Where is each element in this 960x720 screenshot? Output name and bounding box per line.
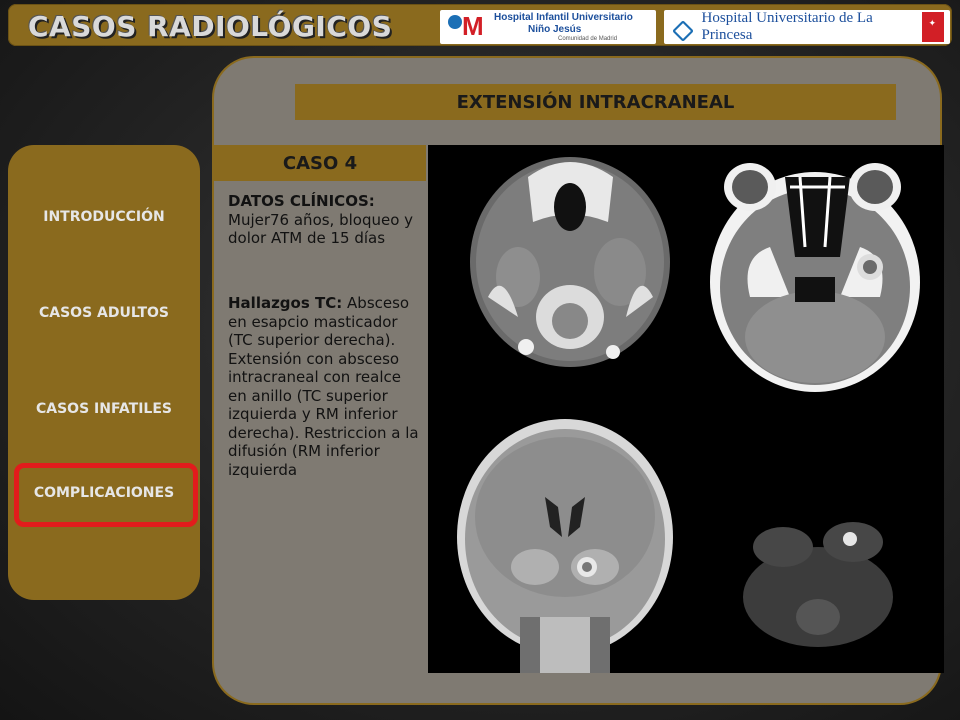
- nino-jesus-logo: Hospital Infantil Universitario Niño Jes…: [440, 10, 656, 44]
- page-title: CASOS RADIOLÓGICOS: [28, 10, 393, 43]
- logo1-sub: Comunidad de Madrid: [558, 36, 618, 42]
- logo2-text: Hospital Universitario de La Princesa: [701, 10, 873, 43]
- nav-casos-infantiles[interactable]: CASOS INFATILES: [8, 401, 200, 417]
- mri-dwi-image: [743, 522, 893, 647]
- logo1-line2: Niño Jesús: [528, 24, 582, 35]
- mri-coronal-image: [457, 419, 673, 673]
- ct-axial-image-1: [470, 157, 670, 367]
- sidebar: INTRODUCCIÓN CASOS ADULTOS CASOS INFATIL…: [8, 145, 200, 600]
- case-title: CASO 4: [214, 145, 426, 181]
- nav-casos-adultos[interactable]: CASOS ADULTOS: [8, 305, 200, 321]
- section-title: EXTENSIÓN INTRACRANEAL: [295, 84, 896, 120]
- clinical-data: DATOS CLÍNICOS: Mujer76 años, bloqueo y …: [228, 192, 422, 248]
- findings-label: Hallazgos TC:: [228, 294, 343, 312]
- la-princesa-logo: Hospital Universitario de La Princesa: [664, 10, 950, 44]
- radiology-images: [428, 145, 944, 673]
- madrid-flag-icon: [922, 12, 944, 42]
- header-bar: CASOS RADIOLÓGICOS Hospital Infantil Uni…: [8, 4, 952, 46]
- clinical-label: DATOS CLÍNICOS:: [228, 192, 375, 210]
- ct-axial-image-2: [710, 163, 920, 392]
- findings: Hallazgos TC: Absceso en esapcio mastica…: [228, 294, 422, 479]
- nav-introduccion[interactable]: INTRODUCCIÓN: [8, 209, 200, 225]
- clinical-text: Mujer76 años, bloqueo y dolor ATM de 15 …: [228, 210, 414, 248]
- nav-complicaciones[interactable]: COMPLICACIONES: [8, 485, 200, 501]
- logo1-line1: Hospital Infantil Universitario: [494, 12, 633, 23]
- madrid-logo-icon: [444, 11, 488, 42]
- findings-text: Absceso en esapcio masticador (TC superi…: [228, 294, 419, 479]
- hospital-logo-icon: [672, 16, 694, 38]
